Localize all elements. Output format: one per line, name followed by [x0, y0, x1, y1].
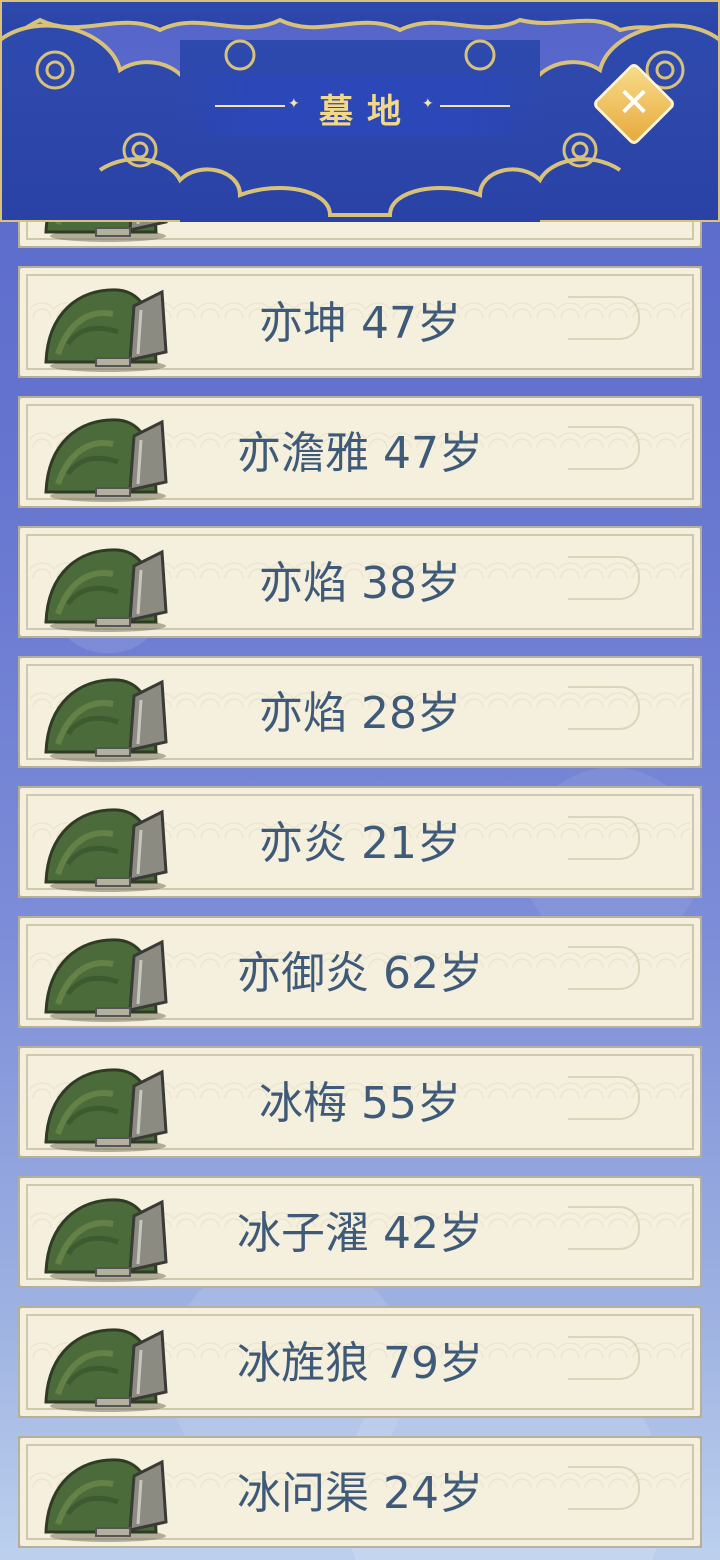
grave-card[interactable]: 亦澹雅 47岁 — [18, 396, 702, 508]
card-corner-ornament — [686, 622, 702, 638]
card-corner-ornament — [18, 622, 34, 638]
card-corner-ornament — [18, 526, 34, 542]
card-corner-ornament — [686, 656, 702, 672]
grave-card[interactable]: 亦炎 21岁 — [18, 786, 702, 898]
cloud-ornament-icon — [568, 1336, 640, 1380]
grave-mound-icon — [38, 794, 178, 894]
grave-mound-icon — [38, 924, 178, 1024]
grave-label: 亦御炎 62岁 — [237, 948, 483, 999]
grave-card[interactable]: 冰子濯 42岁 — [18, 1176, 702, 1288]
card-corner-ornament — [686, 1306, 702, 1322]
grave-mound-icon — [38, 534, 178, 634]
card-corner-ornament — [686, 492, 702, 508]
grave-mound-icon — [38, 404, 178, 504]
card-corner-ornament — [686, 1046, 702, 1062]
card-corner-ornament — [686, 1272, 702, 1288]
grave-mound-icon — [38, 274, 178, 374]
grave-card[interactable]: 冰问渠 24岁 — [18, 1436, 702, 1548]
card-corner-ornament — [686, 1012, 702, 1028]
card-corner-ornament — [18, 1012, 34, 1028]
card-corner-ornament — [18, 1532, 34, 1548]
cloud-ornament-icon — [568, 1206, 640, 1250]
card-corner-ornament — [686, 396, 702, 412]
card-corner-ornament — [686, 752, 702, 768]
grave-card[interactable]: 亦焰 38岁 — [18, 526, 702, 638]
card-corner-ornament — [18, 1142, 34, 1158]
card-corner-ornament — [18, 492, 34, 508]
grave-card[interactable]: 亦焰 28岁 — [18, 656, 702, 768]
grave-label: 亦焰 28岁 — [259, 688, 461, 739]
grave-label: 冰梅 55岁 — [259, 1078, 461, 1129]
grave-mound-icon — [38, 664, 178, 764]
card-corner-ornament — [686, 916, 702, 932]
cloud-ornament-icon — [568, 946, 640, 990]
card-corner-ornament — [18, 362, 34, 378]
card-corner-ornament — [686, 526, 702, 542]
cloud-ornament-icon — [568, 816, 640, 860]
card-corner-ornament — [18, 752, 34, 768]
grave-card[interactable]: 亦坤 47岁 — [18, 266, 702, 378]
card-corner-ornament — [18, 396, 34, 412]
card-corner-ornament — [18, 786, 34, 802]
cloud-ornament-icon — [568, 686, 640, 730]
grave-card[interactable]: 陆爰娣 50岁 — [18, 222, 702, 248]
header: ✦ 墓地 ✦ ✕ — [0, 0, 720, 222]
card-corner-ornament — [18, 916, 34, 932]
card-corner-ornament — [686, 362, 702, 378]
cloud-ornament-icon — [568, 1466, 640, 1510]
star-icon: ✦ — [422, 96, 434, 112]
card-corner-ornament — [686, 786, 702, 802]
card-corner-ornament — [686, 1436, 702, 1452]
grave-mound-icon — [38, 1314, 178, 1414]
grave-mound-icon — [38, 1444, 178, 1544]
grave-label: 冰旌狼 79岁 — [237, 1338, 483, 1389]
card-corner-ornament — [686, 882, 702, 898]
grave-label: 亦澹雅 47岁 — [237, 428, 483, 479]
card-corner-ornament — [18, 232, 34, 248]
card-corner-ornament — [18, 1046, 34, 1062]
cloud-ornament-icon — [568, 556, 640, 600]
grave-card[interactable]: 冰梅 55岁 — [18, 1046, 702, 1158]
card-corner-ornament — [18, 1176, 34, 1192]
card-corner-ornament — [18, 1272, 34, 1288]
grave-label: 亦焰 38岁 — [259, 558, 461, 609]
card-corner-ornament — [686, 1176, 702, 1192]
grave-label: 冰问渠 24岁 — [237, 1468, 483, 1519]
card-corner-ornament — [18, 656, 34, 672]
title-divider-right — [440, 105, 510, 107]
grave-label: 亦炎 21岁 — [259, 818, 461, 869]
grave-mound-icon — [38, 1054, 178, 1154]
grave-card[interactable]: 亦御炎 62岁 — [18, 916, 702, 1028]
card-corner-ornament — [686, 1402, 702, 1418]
cloud-ornament-icon — [568, 1076, 640, 1120]
grave-label: 陆爰娣 50岁 — [170, 222, 550, 250]
cloud-ornament-icon — [568, 426, 640, 470]
grave-card[interactable]: 冰旌狼 79岁 — [18, 1306, 702, 1418]
card-corner-ornament — [18, 1402, 34, 1418]
card-corner-ornament — [686, 266, 702, 282]
grave-label: 亦坤 47岁 — [259, 298, 461, 349]
grave-list[interactable]: 陆爰娣 50岁 亦坤 47岁 亦澹雅 47岁 亦焰 38岁 亦焰 28岁 — [0, 222, 720, 1560]
card-corner-ornament — [18, 266, 34, 282]
card-corner-ornament — [18, 1436, 34, 1452]
card-corner-ornament — [18, 1306, 34, 1322]
grave-label: 冰子濯 42岁 — [237, 1208, 483, 1259]
card-corner-ornament — [686, 1142, 702, 1158]
grave-mound-icon — [38, 222, 178, 244]
grave-mound-icon — [38, 1184, 178, 1284]
card-corner-ornament — [18, 882, 34, 898]
cloud-ornament-icon — [568, 296, 640, 340]
card-corner-ornament — [686, 1532, 702, 1548]
card-corner-ornament — [686, 232, 702, 248]
